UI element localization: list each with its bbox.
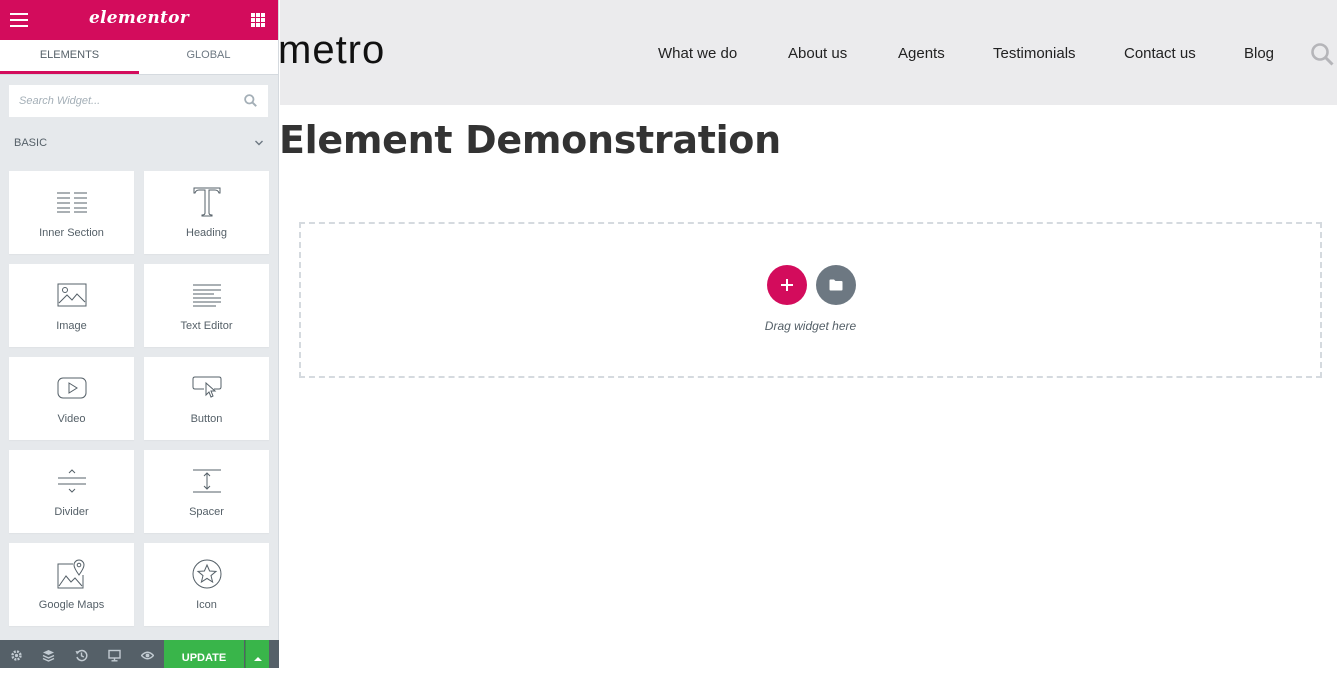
image-icon [57,283,86,307]
add-template-button[interactable] [816,265,856,305]
widget-video[interactable]: Video [9,357,134,440]
page-preview: metro What we do About us Agents Testimo… [278,0,1337,668]
navigator-icon[interactable] [42,649,55,662]
widget-label: Divider [54,506,89,518]
google-maps-icon [57,559,85,589]
widget-label: Button [190,413,223,425]
update-button[interactable]: UPDATE [164,640,244,668]
widget-label: Google Maps [38,599,105,611]
site-header: metro What we do About us Agents Testimo… [278,0,1337,105]
widget-label: Image [56,320,87,332]
widget-image[interactable]: Image [9,264,134,347]
update-options-button[interactable] [245,640,269,668]
tab-global[interactable]: GLOBAL [139,40,278,74]
responsive-icon[interactable] [108,649,121,662]
widget-google-maps[interactable]: Google Maps [9,543,134,626]
history-icon[interactable] [75,649,88,662]
category-basic-header[interactable]: BASIC [14,136,264,150]
nav-item-what-we-do[interactable]: What we do [658,45,737,62]
widget-label: Spacer [189,506,224,518]
widget-drop-area[interactable]: Drag widget here [299,222,1322,378]
editor-panel: elementor ELEMENTS GLOBAL BASIC [0,0,279,668]
panel-footer: UPDATE [0,640,279,668]
site-logo[interactable]: metro [278,28,385,73]
widget-text-editor[interactable]: Text Editor [144,264,269,347]
nav-item-testimonials[interactable]: Testimonials [993,45,1076,62]
video-icon [57,377,86,399]
category-title: BASIC [14,137,48,149]
search-icon [244,94,257,107]
widget-label: Heading [186,227,227,239]
widget-divider[interactable]: Divider [9,450,134,533]
heading-icon [193,187,220,217]
divider-icon [57,469,86,493]
nav-item-blog[interactable]: Blog [1244,45,1274,62]
settings-icon[interactable] [10,649,23,662]
text-editor-icon [192,284,221,307]
search-box [9,85,268,117]
widget-grid: Inner Section Heading Image Text Editor … [9,171,269,626]
nav-item-about-us[interactable]: About us [788,45,847,62]
panel-header: elementor [0,0,278,40]
nav-item-contact-us[interactable]: Contact us [1124,45,1196,62]
star-icon [192,559,221,589]
site-search-icon[interactable] [1310,42,1334,66]
widget-spacer[interactable]: Spacer [144,450,269,533]
drop-area-hint: Drag widget here [764,319,857,333]
tabs-divider [0,74,278,75]
elementor-logo: elementor [88,8,190,28]
tab-elements[interactable]: ELEMENTS [0,40,139,74]
button-icon [192,376,221,398]
widgets-grid-icon[interactable] [251,13,265,27]
folder-icon [829,279,843,291]
widget-label: Text Editor [180,320,233,332]
widget-inner-section[interactable]: Inner Section [9,171,134,254]
panel-tabs: ELEMENTS GLOBAL [0,40,278,74]
widget-button[interactable]: Button [144,357,269,440]
nav-item-agents[interactable]: Agents [898,45,945,62]
spacer-icon [192,469,221,493]
chevron-down-icon [255,140,263,146]
plus-icon-vertical [786,279,788,291]
widget-heading[interactable]: Heading [144,171,269,254]
widget-icon[interactable]: Icon [144,543,269,626]
widget-label: Video [57,413,86,425]
inner-section-icon [56,192,87,213]
page-title: Element Demonstration [279,118,781,162]
search-widget-input[interactable] [9,85,268,117]
widget-label: Inner Section [39,227,104,239]
add-section-button[interactable] [767,265,807,305]
preview-icon[interactable] [141,649,154,662]
widget-label: Icon [196,599,217,611]
caret-up-icon [254,657,262,661]
